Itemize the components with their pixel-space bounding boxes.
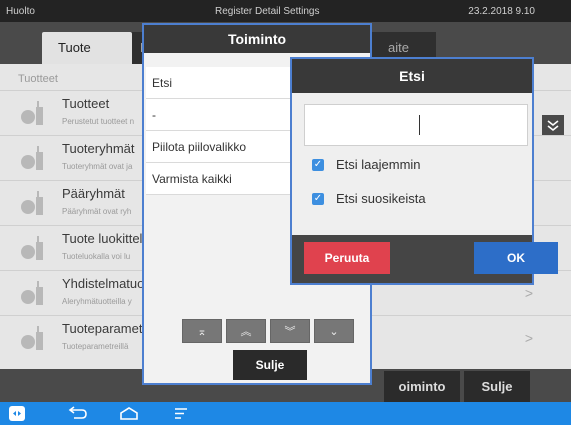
checkbox-checked-icon[interactable]: ✓	[312, 159, 324, 171]
row-title: Tuoteryhmät	[62, 141, 135, 156]
dialog-title: Etsi	[292, 59, 532, 93]
app-name: Huolto	[6, 6, 35, 17]
scroll-controls: ⌅ ︽ ︾ ⌄	[182, 319, 358, 343]
product-icon	[21, 191, 43, 215]
ok-button[interactable]: OK	[474, 242, 558, 274]
checkbox-label: Etsi suosikeista	[336, 191, 426, 206]
home-icon[interactable]	[118, 405, 140, 422]
row-title: Tuoteparametri	[62, 321, 150, 336]
status-bar: Huolto Register Detail Settings 23.2.201…	[0, 0, 571, 22]
chevron-right-icon: >	[524, 330, 533, 346]
scroll-up-icon[interactable]: ︽	[226, 319, 266, 343]
product-icon	[21, 281, 43, 305]
row-description: Aleryhmätuotteilla y	[62, 297, 132, 306]
toiminto-button[interactable]: oiminto	[384, 371, 460, 402]
row-description: Tuoteryhmät ovat ja	[62, 162, 133, 171]
row-description: Tuoteluokalla voi lu	[62, 252, 131, 261]
scroll-bottom-icon[interactable]: ⌄	[314, 319, 354, 343]
row-description: Tuoteparametreillä	[62, 342, 129, 351]
product-icon	[21, 101, 43, 125]
datetime: 23.2.2018 9.10	[468, 6, 535, 17]
tab-tuote[interactable]: Tuote	[42, 32, 132, 64]
etsi-dialog: Etsi ✓ Etsi laajemmin ✓ Etsi suosikeista…	[290, 57, 564, 285]
window-title: Register Detail Settings	[215, 6, 320, 17]
back-icon[interactable]	[66, 405, 88, 422]
cancel-button[interactable]: Peruuta	[304, 242, 390, 274]
row-description: Pääryhmät ovat ryh	[62, 207, 132, 216]
text-caret	[419, 115, 420, 135]
product-icon	[21, 326, 43, 350]
row-title: Yhdistelmatuot	[62, 276, 148, 291]
row-title: Tuote luokittelu	[62, 231, 150, 246]
sulje-button[interactable]: Sulje	[464, 371, 530, 402]
product-icon	[21, 236, 43, 260]
chevron-right-icon: >	[524, 285, 533, 301]
scroll-top-icon[interactable]: ⌅	[182, 319, 222, 343]
row-title: Tuotteet	[62, 96, 110, 111]
teamviewer-icon[interactable]	[8, 405, 26, 422]
checkbox-label: Etsi laajemmin	[336, 157, 421, 172]
search-input[interactable]	[304, 104, 528, 146]
row-title: Pääryhmät	[62, 186, 125, 201]
row-description: Perustetut tuotteet n	[62, 117, 135, 126]
chevron-down-icon[interactable]	[542, 115, 564, 135]
section-header: Tuotteet	[18, 73, 58, 85]
product-icon	[21, 146, 43, 170]
dialog-footer: Peruuta OK	[292, 235, 558, 283]
dialog-title: Toiminto	[144, 25, 370, 53]
system-nav-bar	[0, 402, 571, 425]
close-button[interactable]: Sulje	[233, 350, 307, 380]
menu-icon[interactable]	[172, 405, 190, 422]
checkbox-checked-icon[interactable]: ✓	[312, 193, 324, 205]
scroll-down-icon[interactable]: ︾	[270, 319, 310, 343]
